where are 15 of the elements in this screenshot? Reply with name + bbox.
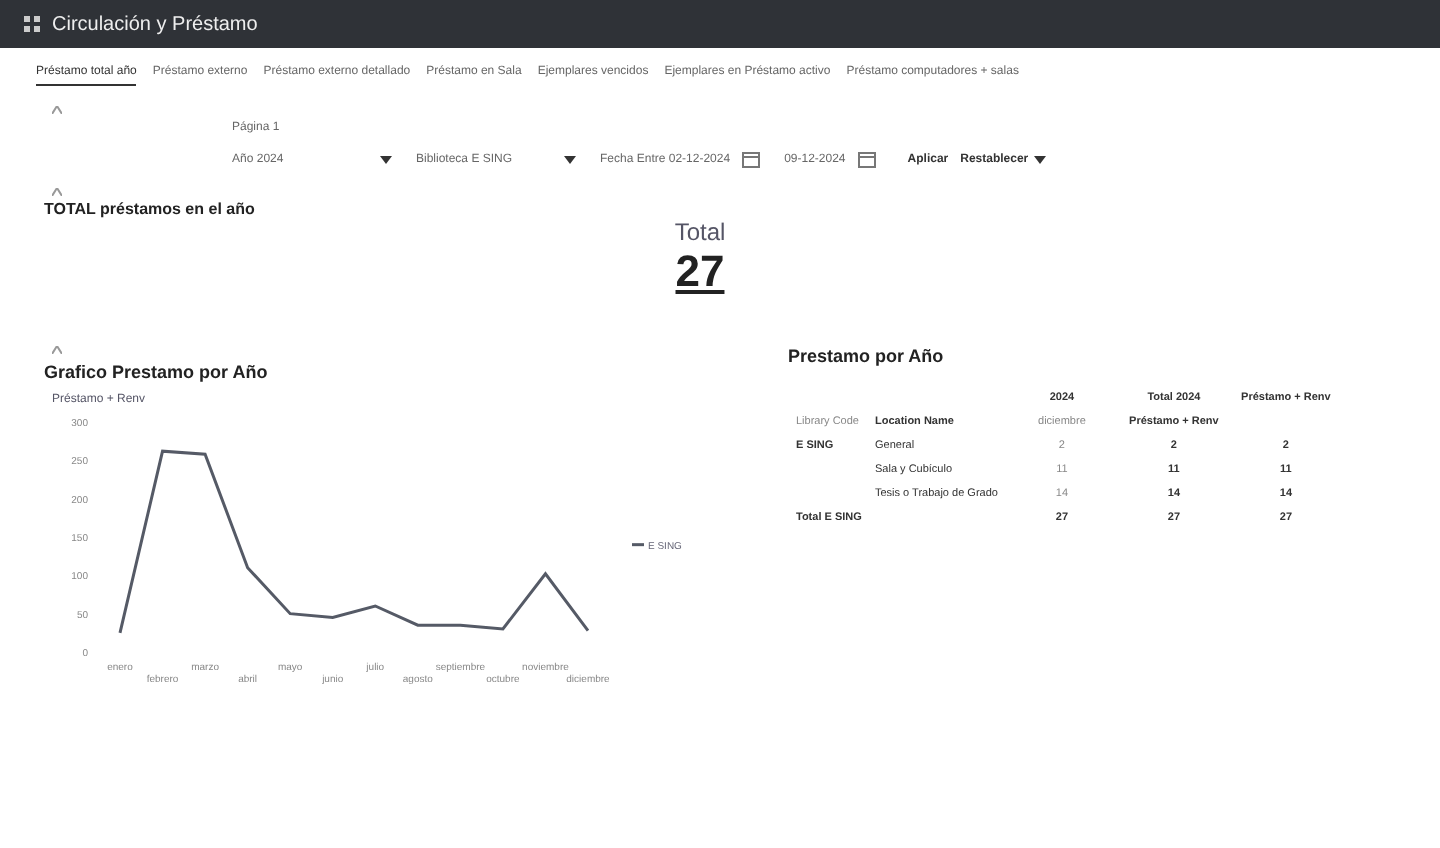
grid-icon bbox=[24, 16, 40, 32]
section-title: TOTAL préstamos en el año bbox=[44, 200, 257, 218]
chart-title: Grafico Prestamo por Año bbox=[44, 362, 270, 382]
caret-icon[interactable] bbox=[1034, 155, 1047, 163]
collapse-icon[interactable] bbox=[52, 346, 62, 354]
calendar-icon[interactable] bbox=[857, 150, 876, 168]
collapse-icon[interactable] bbox=[52, 106, 62, 114]
table-title: Prestamo por Año bbox=[788, 346, 946, 366]
collapse-icon[interactable] bbox=[52, 188, 62, 196]
calendar-icon[interactable] bbox=[742, 150, 761, 168]
app-title: Circulación y Préstamo bbox=[52, 13, 258, 35]
kpi-value[interactable]: 27 bbox=[675, 246, 725, 298]
kpi-label: Total bbox=[674, 218, 726, 246]
caret-icon[interactable] bbox=[564, 155, 576, 163]
caret-icon[interactable] bbox=[380, 155, 392, 163]
